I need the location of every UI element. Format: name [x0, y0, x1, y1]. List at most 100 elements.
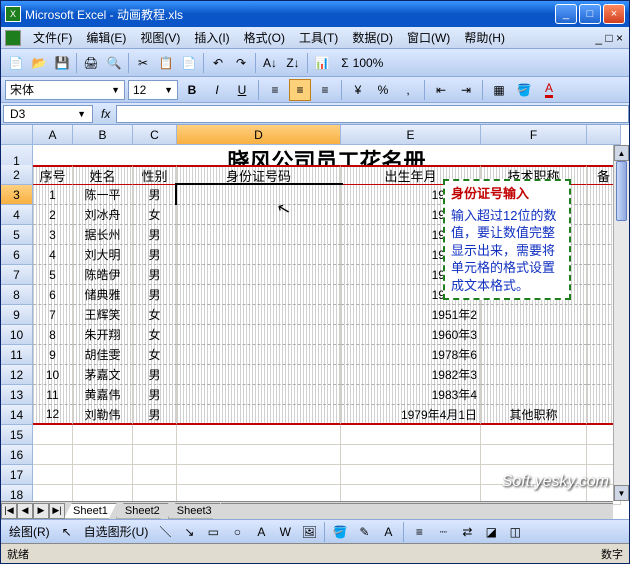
cell-no[interactable]: 2 — [33, 205, 73, 225]
row-header[interactable]: 14 — [1, 405, 33, 425]
cell-sex[interactable]: 男 — [133, 225, 177, 245]
3d-button[interactable]: ◫ — [504, 521, 526, 543]
empty-cell[interactable] — [341, 445, 481, 465]
cell-sex[interactable]: 男 — [133, 265, 177, 285]
paste-button[interactable]: 📄 — [178, 52, 200, 74]
italic-button[interactable]: I — [206, 79, 228, 101]
cell-id[interactable] — [177, 225, 341, 245]
sheet-tab-2[interactable]: Sheet2 — [116, 503, 169, 519]
currency-button[interactable]: ¥ — [347, 79, 369, 101]
maximize-button[interactable]: □ — [579, 4, 601, 24]
cell-name[interactable]: 茅嘉文 — [73, 365, 133, 385]
cell-sex[interactable]: 女 — [133, 325, 177, 345]
wordart-button[interactable]: W — [274, 521, 296, 543]
draw-menu[interactable]: 绘图(R) — [5, 521, 54, 543]
cell-name[interactable]: 黄嘉伟 — [73, 385, 133, 405]
empty-cell[interactable] — [133, 465, 177, 485]
cell-id[interactable] — [177, 345, 341, 365]
menu-format[interactable]: 格式(O) — [238, 27, 291, 48]
bold-button[interactable]: B — [181, 79, 203, 101]
empty-cell[interactable] — [481, 425, 587, 445]
percent-button[interactable]: % — [372, 79, 394, 101]
cell-no[interactable]: 11 — [33, 385, 73, 405]
fill-color-button[interactable]: 🪣 — [513, 79, 535, 101]
tab-nav-last[interactable]: ▶| — [49, 503, 65, 519]
col-header-E[interactable]: E — [341, 125, 481, 145]
cell-no[interactable]: 3 — [33, 225, 73, 245]
cell-dob[interactable]: 1960年3 — [341, 325, 481, 345]
col-header-C[interactable]: C — [133, 125, 177, 145]
font-name-combo[interactable]: 宋体 ▼ — [5, 80, 125, 100]
menu-tools[interactable]: 工具(T) — [293, 27, 344, 48]
cell-no[interactable]: 5 — [33, 265, 73, 285]
preview-button[interactable]: 🔍 — [103, 52, 125, 74]
row-header[interactable]: 10 — [1, 325, 33, 345]
row-header[interactable]: 2 — [1, 165, 33, 185]
menu-close-doc[interactable]: _ □ × — [593, 31, 625, 45]
cut-button[interactable]: ✂ — [132, 52, 154, 74]
empty-cell[interactable] — [33, 445, 73, 465]
row-header[interactable]: 16 — [1, 445, 33, 465]
font-size-combo[interactable]: 12 ▼ — [128, 80, 178, 100]
chart-button[interactable]: 📊 — [311, 52, 333, 74]
cell-sex[interactable]: 男 — [133, 385, 177, 405]
arrow-button[interactable]: ↘ — [178, 521, 200, 543]
fill-button[interactable]: 🪣 — [329, 521, 351, 543]
cell-title[interactable]: 其他职称 — [481, 405, 587, 425]
cell-name[interactable]: 刘勒伟 — [73, 405, 133, 425]
cell-id[interactable] — [177, 405, 341, 425]
indent-inc-button[interactable]: ⇥ — [455, 79, 477, 101]
cell-sex[interactable]: 男 — [133, 365, 177, 385]
scroll-up-button[interactable]: ▲ — [614, 145, 629, 161]
cell-no[interactable]: 9 — [33, 345, 73, 365]
cell-sex[interactable]: 女 — [133, 345, 177, 365]
col-header-D[interactable]: D — [177, 125, 341, 145]
font-color-button-2[interactable]: A — [377, 521, 399, 543]
underline-button[interactable]: U — [231, 79, 253, 101]
sheet-tab-1[interactable]: Sheet1 — [64, 503, 117, 519]
cell-dob[interactable]: 1979年4月1日 — [341, 405, 481, 425]
cell-title[interactable] — [481, 365, 587, 385]
row-header[interactable]: 15 — [1, 425, 33, 445]
undo-button[interactable]: ↶ — [207, 52, 229, 74]
cell-title[interactable] — [481, 325, 587, 345]
open-button[interactable]: 📂 — [28, 52, 50, 74]
cell-sex[interactable]: 女 — [133, 205, 177, 225]
insert-pic-button[interactable]: 🖼 — [298, 521, 320, 543]
empty-cell[interactable] — [177, 445, 341, 465]
col-header-F[interactable]: F — [481, 125, 587, 145]
name-box[interactable]: D3 ▼ — [3, 105, 93, 123]
row-header[interactable]: 3 — [1, 185, 33, 205]
cell-no[interactable]: 4 — [33, 245, 73, 265]
cell-name[interactable]: 据长州 — [73, 225, 133, 245]
line-color-button[interactable]: ✎ — [353, 521, 375, 543]
print-button[interactable]: 🖨 — [80, 52, 102, 74]
border-button[interactable]: ▦ — [488, 79, 510, 101]
fx-label[interactable]: fx — [101, 107, 110, 121]
menu-file[interactable]: 文件(F) — [27, 27, 78, 48]
sort-desc-button[interactable]: Z↓ — [282, 52, 304, 74]
cell-no[interactable]: 7 — [33, 305, 73, 325]
copy-button[interactable]: 📋 — [155, 52, 177, 74]
cell-id[interactable] — [177, 245, 341, 265]
menu-edit[interactable]: 编辑(E) — [80, 27, 132, 48]
close-button[interactable]: × — [603, 4, 625, 24]
cell-dob[interactable]: 1978年6 — [341, 345, 481, 365]
tab-nav-prev[interactable]: ◀ — [17, 503, 33, 519]
row-header[interactable]: 7 — [1, 265, 33, 285]
row-header[interactable]: 11 — [1, 345, 33, 365]
save-button[interactable]: 💾 — [51, 52, 73, 74]
cell-no[interactable]: 1 — [33, 185, 73, 205]
menu-data[interactable]: 数据(D) — [346, 27, 399, 48]
cell-name[interactable]: 储典雅 — [73, 285, 133, 305]
hscroll[interactable] — [221, 503, 613, 519]
oval-button[interactable]: ○ — [226, 521, 248, 543]
col-header-more[interactable] — [587, 125, 621, 145]
row-header[interactable]: 4 — [1, 205, 33, 225]
cell-dob[interactable]: 1983年4 — [341, 385, 481, 405]
autoshapes-menu[interactable]: 自选图形(U) — [80, 521, 153, 543]
row-header[interactable]: 12 — [1, 365, 33, 385]
hdr-name[interactable]: 姓名 — [73, 165, 133, 185]
cell-id[interactable] — [177, 305, 341, 325]
redo-button[interactable]: ↷ — [230, 52, 252, 74]
